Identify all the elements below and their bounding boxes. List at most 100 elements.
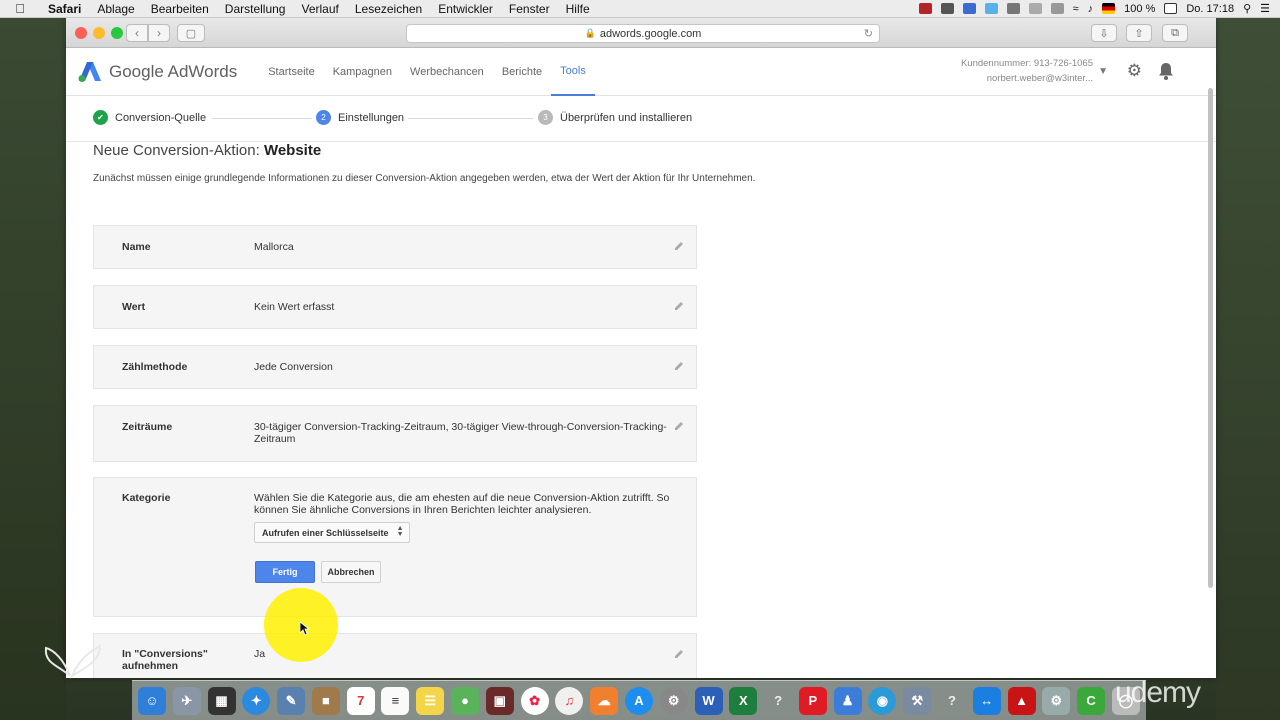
word-icon[interactable]: W xyxy=(694,686,723,715)
menu-lesezeichen[interactable]: Lesezeichen xyxy=(347,2,430,16)
account-info[interactable]: Kundennummer: 913-726-1065 norbert.weber… xyxy=(961,56,1093,86)
tabs-overview-button[interactable]: ⧉ xyxy=(1162,24,1188,42)
launchpad-icon[interactable]: ✈ xyxy=(172,686,201,715)
itunes-icon[interactable]: ♫ xyxy=(555,686,584,715)
mission-control-icon[interactable]: ▦ xyxy=(207,686,236,715)
lock-icon: 🔒 xyxy=(584,28,596,38)
page-scrollbar[interactable] xyxy=(1207,48,1214,608)
unknown-app-icon[interactable]: ? xyxy=(938,687,966,715)
safari-icon[interactable]: ✦ xyxy=(242,686,271,715)
nav-tools[interactable]: Tools xyxy=(551,48,595,96)
excel-icon[interactable]: X xyxy=(729,686,758,715)
automator-icon[interactable]: ⚙ xyxy=(1042,686,1071,715)
reminders-icon[interactable]: ≡ xyxy=(381,686,410,715)
photos-icon[interactable]: ✿ xyxy=(520,686,549,715)
bell-icon[interactable] xyxy=(1158,62,1174,80)
menu-darstellung[interactable]: Darstellung xyxy=(217,2,294,16)
abbrechen-button[interactable]: Abbrechen xyxy=(321,561,381,583)
users-icon[interactable]: ♟ xyxy=(833,686,862,715)
ibooks-icon[interactable]: ☁ xyxy=(590,686,619,715)
notes-icon[interactable]: ☰ xyxy=(416,686,445,715)
menu-bearbeiten[interactable]: Bearbeiten xyxy=(143,2,217,16)
photo-booth-icon[interactable]: ▣ xyxy=(485,686,514,715)
finder-icon[interactable]: ☺ xyxy=(138,686,166,715)
notification-center-icon[interactable]: ☰ xyxy=(1260,2,1270,15)
back-button[interactable]: ‹ xyxy=(126,24,148,42)
dropbox-icon[interactable] xyxy=(962,3,976,14)
step-einstellungen[interactable]: 2 Einstellungen xyxy=(316,110,404,125)
field-row-zeitraeume[interactable]: Zeiträume 30-tägiger Conversion-Tracking… xyxy=(93,405,697,462)
time-machine-icon[interactable] xyxy=(1028,3,1042,14)
flag-de-icon[interactable] xyxy=(1102,3,1116,14)
minimize-window-button[interactable] xyxy=(93,27,105,39)
menu-verlauf[interactable]: Verlauf xyxy=(293,2,346,16)
contacts-icon[interactable]: ■ xyxy=(311,686,340,715)
tray-app-icon[interactable] xyxy=(984,3,998,14)
pencil-icon[interactable] xyxy=(674,301,684,311)
fullscreen-window-button[interactable] xyxy=(111,27,123,39)
step-number: 3 xyxy=(538,110,553,125)
powerpoint-icon[interactable]: P xyxy=(798,686,827,715)
chevron-down-icon[interactable]: ▼ xyxy=(1098,66,1108,77)
spotlight-search-icon[interactable]: ⚲ xyxy=(1243,2,1251,15)
nav-kampagnen[interactable]: Kampagnen xyxy=(324,48,401,96)
airplay-icon[interactable] xyxy=(1006,3,1020,14)
adwords-logo-icon xyxy=(78,61,101,82)
wifi-icon[interactable]: ≈ xyxy=(1073,3,1079,15)
clock[interactable]: Do. 17:18 xyxy=(1186,3,1234,15)
step-connector xyxy=(408,118,533,119)
field-label: Zählmethode xyxy=(122,361,188,373)
forward-button[interactable]: › xyxy=(148,24,170,42)
volume-icon[interactable]: ♪ xyxy=(1088,3,1094,15)
field-row-kategorie: Kategorie Wählen Sie die Kategorie aus, … xyxy=(93,477,697,617)
gear-icon[interactable]: ⚙ xyxy=(1127,61,1142,81)
app-store-icon[interactable]: A xyxy=(624,686,653,715)
utility-icon[interactable]: ⚒ xyxy=(903,686,932,715)
downloads-button[interactable]: ⇩ xyxy=(1091,24,1117,42)
system-preferences-icon[interactable]: ⚙ xyxy=(659,686,688,715)
reload-icon[interactable]: ↻ xyxy=(864,27,873,40)
close-window-button[interactable] xyxy=(75,27,87,39)
step-ueberpruefen[interactable]: 3 Überprüfen und installieren xyxy=(538,110,692,125)
fertig-button[interactable]: Fertig xyxy=(255,561,315,583)
menu-hilfe[interactable]: Hilfe xyxy=(558,2,598,16)
menu-fenster[interactable]: Fenster xyxy=(501,2,558,16)
nav-berichte[interactable]: Berichte xyxy=(493,48,551,96)
unknown-app-icon[interactable]: ? xyxy=(764,687,792,715)
field-value: Mallorca xyxy=(254,241,294,253)
step-conversion-quelle[interactable]: ✔ Conversion-Quelle xyxy=(93,110,206,125)
pencil-icon[interactable] xyxy=(674,241,684,251)
nav-startseite[interactable]: Startseite xyxy=(259,48,323,96)
adwords-logo[interactable]: Google AdWords xyxy=(78,61,237,83)
pencil-icon[interactable] xyxy=(674,421,684,431)
bluetooth-icon[interactable] xyxy=(1050,3,1064,14)
tray-app-icon[interactable] xyxy=(918,3,932,14)
preview-icon[interactable]: ✎ xyxy=(277,686,306,715)
tray-app-icon[interactable] xyxy=(940,3,954,14)
pencil-icon[interactable] xyxy=(674,361,684,371)
battery-icon[interactable] xyxy=(1164,3,1178,14)
menu-app-name[interactable]: Safari xyxy=(40,2,89,16)
menu-ablage[interactable]: Ablage xyxy=(89,2,142,16)
field-row-wert[interactable]: Wert Kein Wert erfasst xyxy=(93,285,697,329)
menu-entwickler[interactable]: Entwickler xyxy=(430,2,501,16)
address-bar[interactable]: 🔒 adwords.google.com ↻ xyxy=(406,24,880,43)
account-email: norbert.weber@w3inter... xyxy=(986,73,1093,84)
acrobat-icon[interactable]: ▲ xyxy=(1007,686,1036,715)
maps-icon[interactable]: ● xyxy=(451,686,480,715)
pencil-icon[interactable] xyxy=(674,649,684,659)
share-button[interactable]: ⇧ xyxy=(1126,24,1152,42)
calendar-icon[interactable]: 7 xyxy=(346,686,375,715)
apple-icon[interactable]:  xyxy=(0,1,40,16)
field-row-in-conversions[interactable]: In "Conversions" aufnehmen Ja xyxy=(93,633,697,678)
sidebar-toggle-button[interactable]: ▢ xyxy=(177,24,205,42)
step-connector xyxy=(212,118,312,119)
field-row-zaehlmethode[interactable]: Zählmethode Jede Conversion xyxy=(93,345,697,389)
nav-werbechancen[interactable]: Werbechancen xyxy=(401,48,493,96)
field-row-name[interactable]: Name Mallorca xyxy=(93,225,697,269)
globe-icon[interactable]: ◉ xyxy=(868,686,897,715)
kategorie-select[interactable]: Aufrufen einer Schlüsselseite ▲ ▼ xyxy=(254,522,410,543)
teamviewer-icon[interactable]: ↔ xyxy=(972,686,1001,715)
camtasia-icon[interactable]: C xyxy=(1077,686,1106,715)
scrollbar-thumb[interactable] xyxy=(1208,88,1213,588)
